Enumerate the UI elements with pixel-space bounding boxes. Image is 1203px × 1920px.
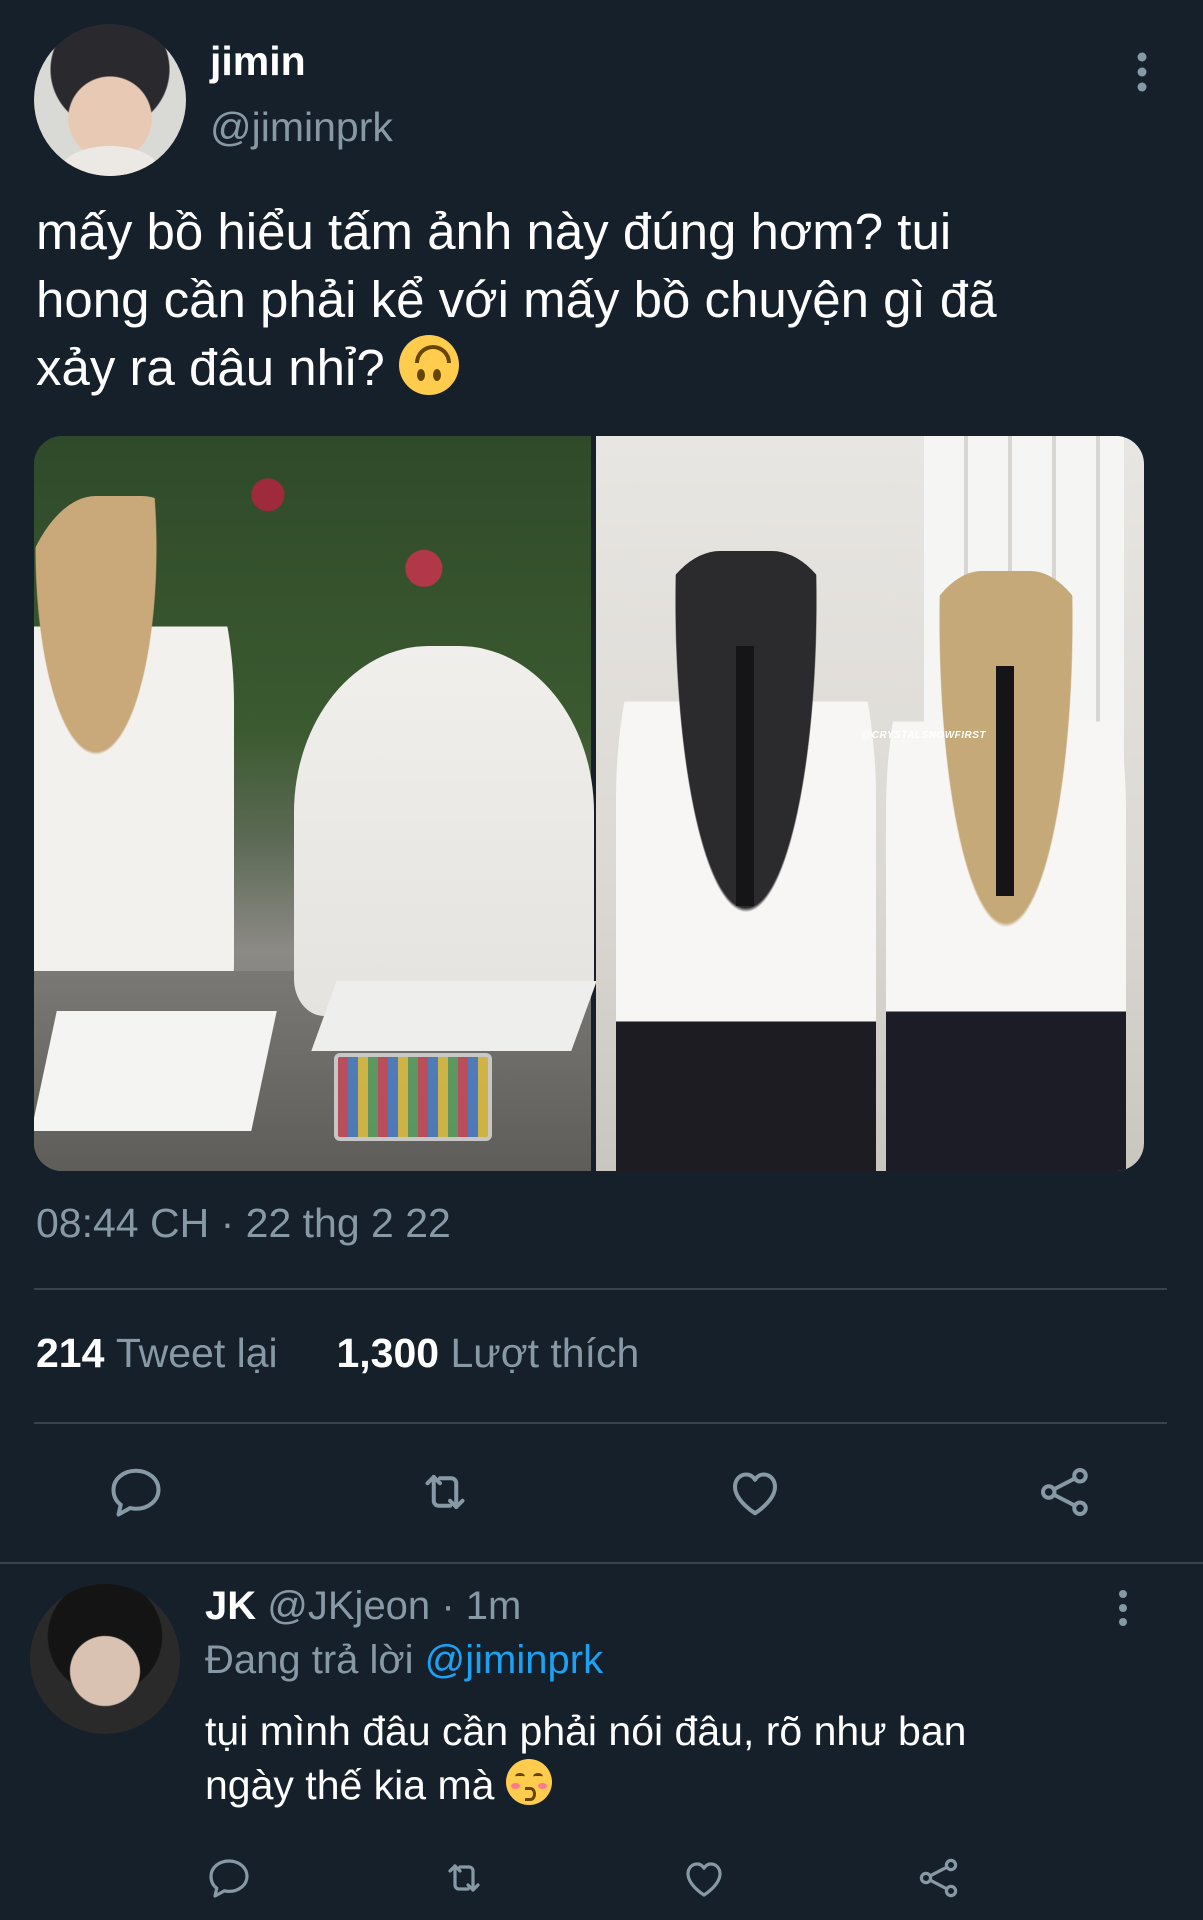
retweet-count: 214 xyxy=(36,1330,105,1376)
tweet-text-line: mấy bồ hiểu tấm ảnh này đúng hơm? tui xyxy=(36,203,952,260)
like-icon[interactable] xyxy=(680,1854,728,1902)
media-photo-left[interactable] xyxy=(34,436,597,1171)
replying-mention-link[interactable]: @jiminprk xyxy=(425,1638,603,1682)
replying-label: Đang trả lời xyxy=(205,1638,414,1682)
divider xyxy=(34,1288,1167,1290)
tweet-media[interactable]: @CRYSTALSNOWFIRST xyxy=(34,436,1144,1171)
divider xyxy=(34,1422,1167,1424)
retweet-icon[interactable] xyxy=(440,1854,488,1902)
reply-handle[interactable]: @JKjeon xyxy=(267,1584,430,1628)
reply-separator: · xyxy=(441,1584,455,1628)
retweet-stat[interactable]: 214 Tweet lại xyxy=(36,1330,278,1376)
retweet-label: Tweet lại xyxy=(115,1330,278,1376)
reply-text-line: ngày thế kia mà xyxy=(205,1758,1105,1812)
author-handle[interactable]: @jiminprk xyxy=(210,104,393,151)
tweet-text-line: hong cần phải kể với mấy bồ chuyện gì đã xyxy=(36,271,997,328)
upside-down-face-emoji xyxy=(398,335,459,395)
replying-to: Đang trả lời @jiminprk xyxy=(205,1638,603,1683)
tweet-text: mấy bồ hiểu tấm ảnh này đúng hơm? tui ho… xyxy=(36,198,1156,402)
retweet-icon[interactable] xyxy=(415,1462,475,1522)
main-tweet: jimin @jiminprk mấy bồ hiểu tấm ảnh này … xyxy=(0,0,1203,1560)
share-icon[interactable] xyxy=(915,1854,963,1902)
reply-time[interactable]: 1m xyxy=(466,1584,522,1628)
tweet-timestamp[interactable]: 08:44 CH · 22 thg 2 22 xyxy=(36,1200,451,1247)
author-display-name[interactable]: jimin xyxy=(210,38,306,85)
reply-icon[interactable] xyxy=(205,1854,253,1902)
like-label: Lượt thích xyxy=(450,1330,640,1376)
reply-text: tụi mình đâu cần phải nói đâu, rõ như ba… xyxy=(205,1704,1105,1812)
kissing-face-emoji xyxy=(505,1759,552,1805)
reply-display-name[interactable]: JK xyxy=(205,1584,256,1628)
reply-action-bar xyxy=(0,1854,1203,1902)
like-icon[interactable] xyxy=(725,1462,785,1522)
like-count: 1,300 xyxy=(336,1330,440,1376)
reply-author-avatar[interactable] xyxy=(30,1584,180,1734)
reply-header: JK @JKjeon · 1m xyxy=(205,1584,521,1629)
author-avatar[interactable] xyxy=(34,24,186,176)
more-options-icon[interactable] xyxy=(1130,50,1154,94)
media-photo-right[interactable]: @CRYSTALSNOWFIRST xyxy=(596,436,1144,1171)
tweet-action-bar xyxy=(0,1462,1203,1522)
tweet-stats: 214 Tweet lại 1,300 Lượt thích xyxy=(36,1330,639,1377)
media-watermark: @CRYSTALSNOWFIRST xyxy=(861,730,987,741)
reply-icon[interactable] xyxy=(106,1462,166,1522)
more-options-icon[interactable] xyxy=(1112,1588,1134,1628)
reply-text-line: tụi mình đâu cần phải nói đâu, rõ như ba… xyxy=(205,1708,967,1754)
share-icon[interactable] xyxy=(1035,1462,1095,1522)
reply-text-line-part: ngày thế kia mà xyxy=(205,1762,495,1808)
tweet-text-line-part: xảy ra đâu nhỉ? xyxy=(36,339,385,396)
reply-tweet[interactable]: JK @JKjeon · 1m Đang trả lời @jiminprk t… xyxy=(0,1564,1203,1920)
tweet-text-line: xảy ra đâu nhỉ? xyxy=(36,334,1156,402)
like-stat[interactable]: 1,300 Lượt thích xyxy=(336,1330,639,1376)
